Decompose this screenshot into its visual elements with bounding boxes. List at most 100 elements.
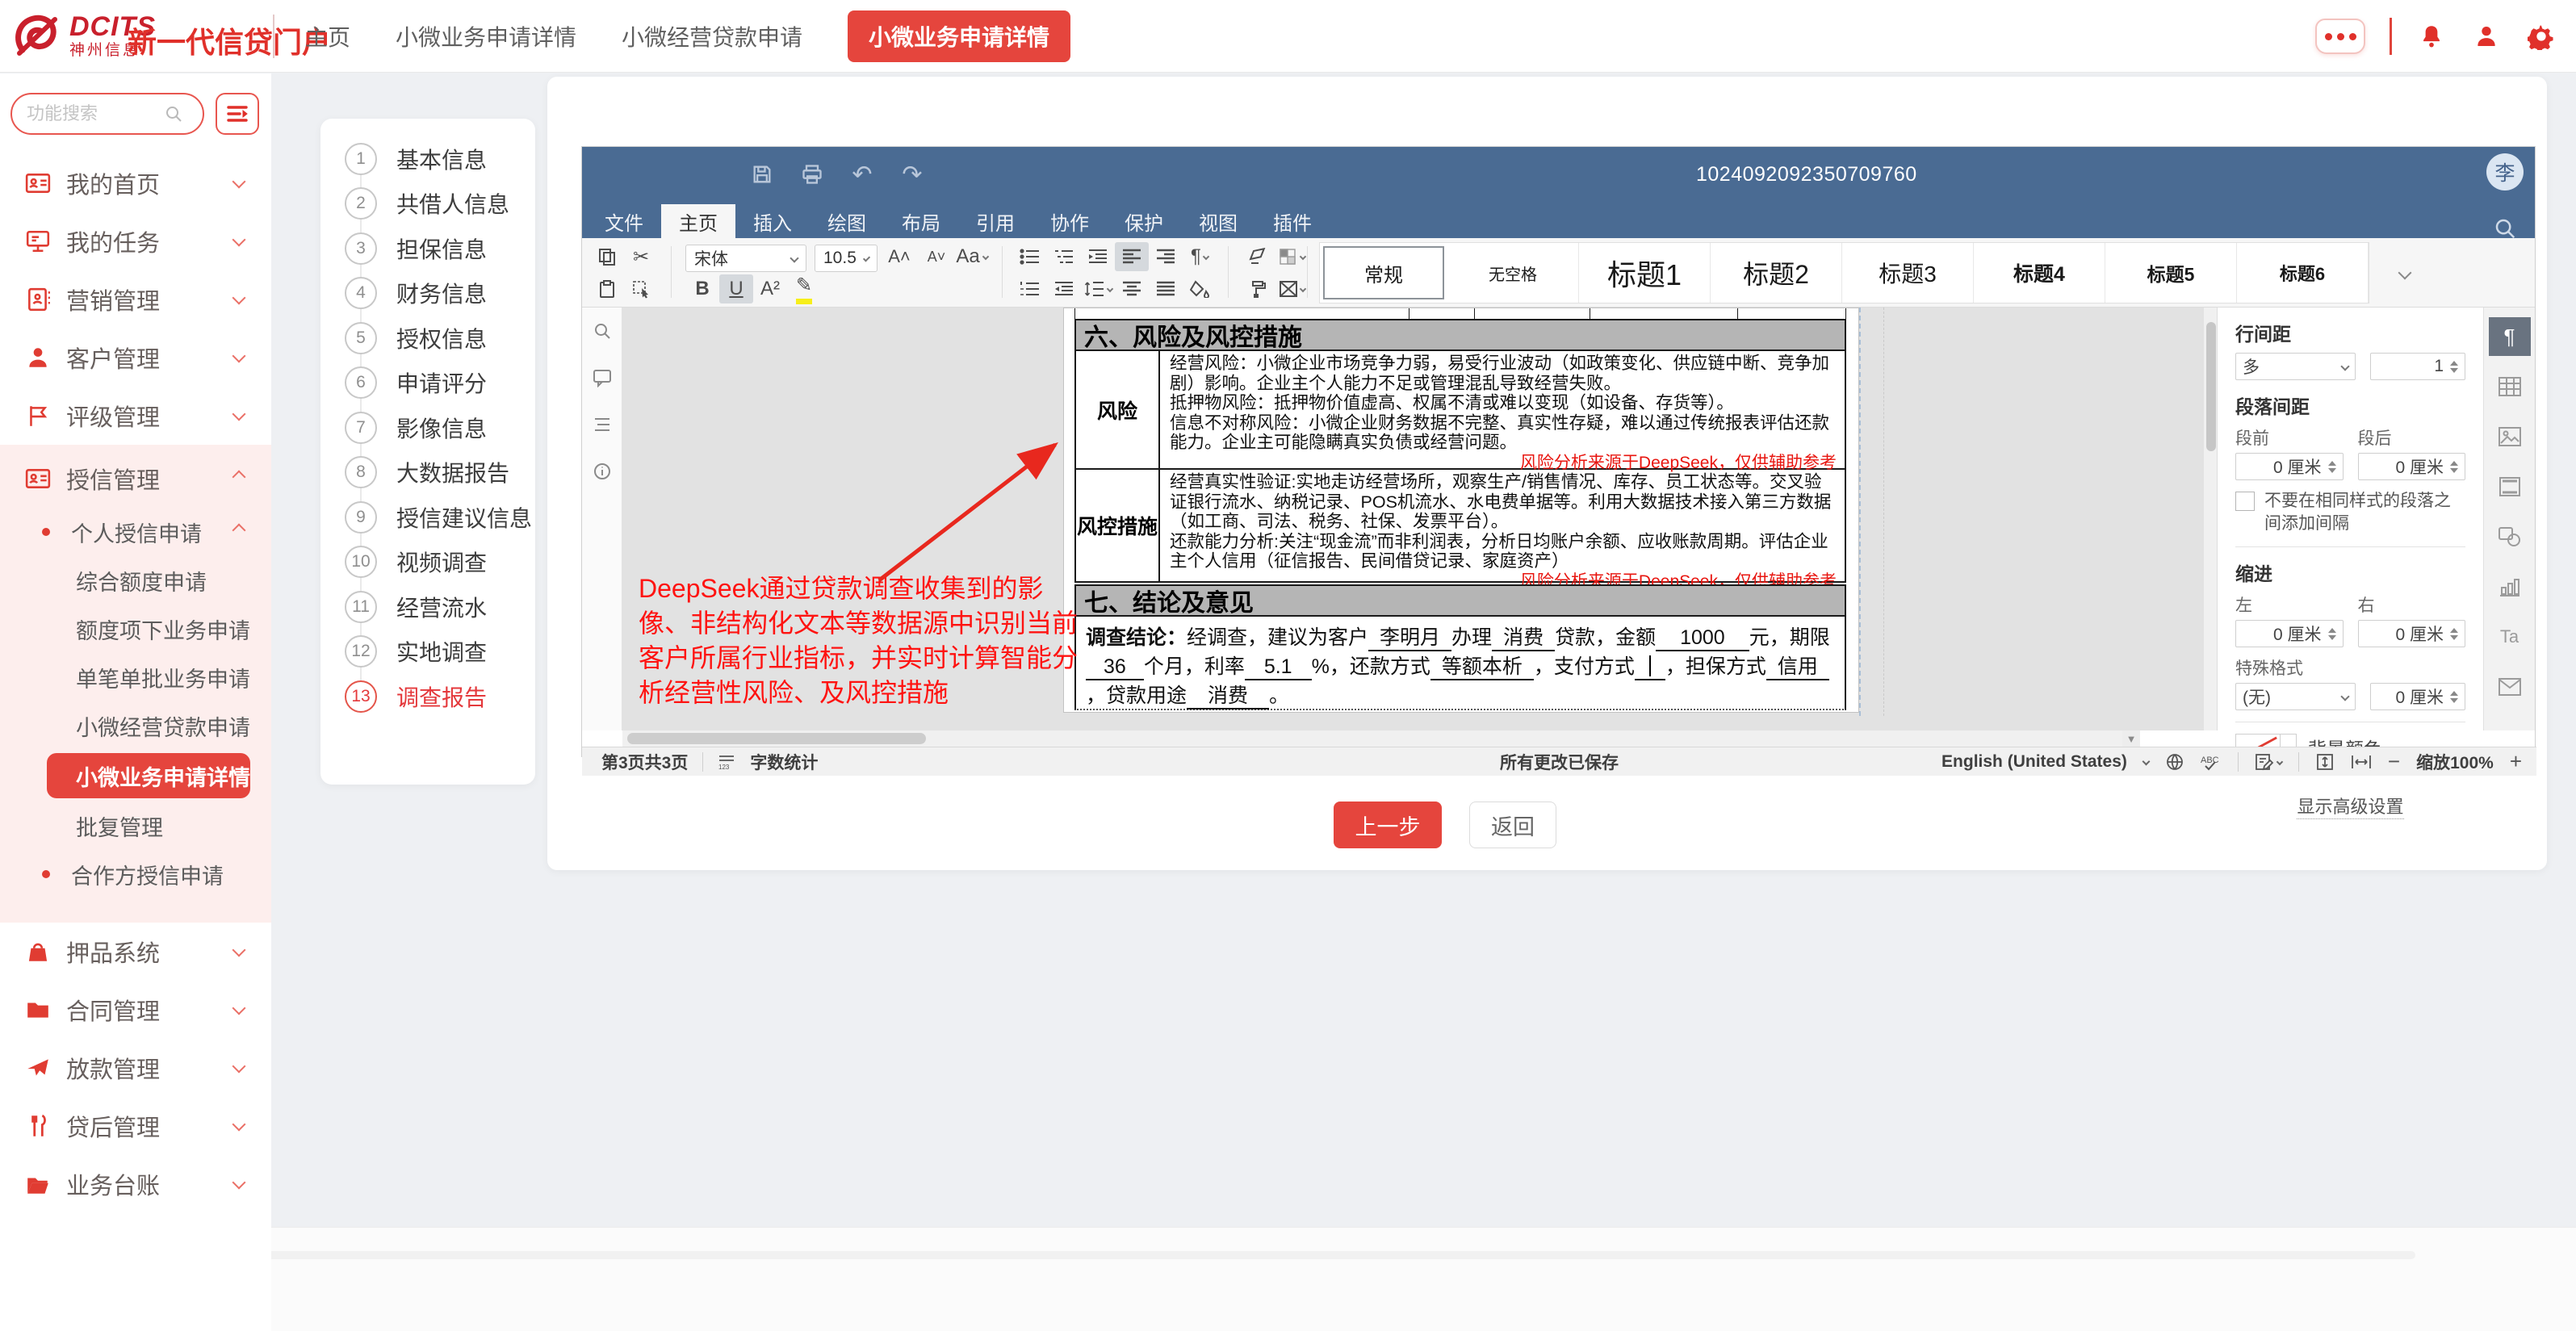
- style-标题3[interactable]: 标题3: [1842, 243, 1974, 303]
- chevron-up-icon[interactable]: [234, 525, 244, 539]
- track-changes-icon[interactable]: [2255, 753, 2282, 771]
- special-format-select[interactable]: (无): [2235, 683, 2356, 710]
- style-标题1[interactable]: 标题1: [1579, 243, 1711, 303]
- sidebar-item[interactable]: 我的任务: [0, 212, 271, 270]
- step-item[interactable]: 10视频调查: [320, 540, 535, 585]
- style-常规[interactable]: 常规: [1323, 246, 1444, 299]
- return-button[interactable]: 返回: [1469, 802, 1556, 848]
- conclusion-blank-field[interactable]: 1000: [1656, 626, 1749, 651]
- top-tab[interactable]: 小微经营贷款申请: [622, 20, 802, 52]
- chevron-down-icon[interactable]: [234, 1177, 244, 1191]
- sidebar-item[interactable]: 个人授信申请: [0, 508, 271, 556]
- horizontal-scrollbar[interactable]: [622, 730, 2124, 747]
- line-spacing-icon[interactable]: [1081, 274, 1115, 303]
- function-search[interactable]: [10, 93, 204, 135]
- sidebar-item-active[interactable]: 小微业务申请详情: [47, 753, 250, 798]
- increase-indent-icon[interactable]: [1081, 242, 1115, 271]
- step-item[interactable]: 12实地调查: [320, 630, 535, 675]
- bold-icon[interactable]: B: [685, 274, 719, 303]
- user-icon[interactable]: [2471, 21, 2502, 52]
- step-item[interactable]: 7影像信息: [320, 405, 535, 450]
- sidebar-item[interactable]: 额度项下业务申请: [0, 605, 271, 653]
- sidebar-item[interactable]: 小微经营贷款申请: [0, 701, 271, 750]
- editor-tab[interactable]: 插件: [1255, 204, 1330, 238]
- editor-tab[interactable]: 文件: [587, 204, 661, 238]
- special-amount-input[interactable]: 0 厘米: [2370, 683, 2465, 710]
- mailmerge-panel-icon[interactable]: [2489, 668, 2531, 706]
- document-page[interactable]: 六、风险及风控措施 风险 经营风险：小微企业市场竞争力弱，易受行业波动（如政策变…: [1063, 308, 1859, 713]
- page-indicator[interactable]: 第3页共3页: [601, 750, 688, 774]
- line-spacing-count-input[interactable]: 1: [2370, 353, 2465, 380]
- bullet-list-icon[interactable]: [1013, 242, 1047, 271]
- language-selector[interactable]: English (United States): [1941, 752, 2127, 772]
- editor-avatar[interactable]: 李: [2486, 153, 2524, 190]
- sidebar-item[interactable]: 我的首页: [0, 154, 271, 212]
- style-gallery-more-icon[interactable]: [2387, 242, 2423, 303]
- style-标题6[interactable]: 标题6: [2237, 243, 2369, 303]
- conclusion-blank-field[interactable]: 5.1: [1245, 655, 1312, 680]
- format-painter-icon[interactable]: [1241, 274, 1275, 303]
- word-count-label[interactable]: 字数统计: [750, 750, 818, 774]
- paragraph-mark-icon[interactable]: ¶: [1183, 242, 1217, 271]
- sidebar-item[interactable]: 评级管理: [0, 387, 271, 445]
- line-spacing-select[interactable]: 多: [2235, 353, 2356, 380]
- copy-icon[interactable]: [590, 242, 624, 271]
- chevron-down-icon[interactable]: [234, 1061, 244, 1075]
- step-item[interactable]: 2共借人信息: [320, 182, 535, 227]
- editor-tab[interactable]: 协作: [1032, 204, 1107, 238]
- globe-icon[interactable]: [2165, 752, 2184, 772]
- highlight-icon[interactable]: ✎: [787, 274, 821, 303]
- indent-right-input[interactable]: 0 厘米: [2358, 620, 2466, 647]
- sidebar-item[interactable]: 批复管理: [0, 802, 271, 850]
- sidebar-item[interactable]: 综合额度申请: [0, 556, 271, 605]
- shading-icon[interactable]: [1183, 274, 1217, 303]
- step-item[interactable]: 5授权信息: [320, 316, 535, 361]
- step-item[interactable]: 6申请评分: [320, 361, 535, 406]
- sidebar-item[interactable]: 合同管理: [0, 981, 271, 1039]
- top-tab[interactable]: 小微业务申请详情: [396, 20, 576, 52]
- menu-toggle-icon[interactable]: [216, 93, 259, 135]
- conclusion-blank-field[interactable]: 36: [1086, 655, 1144, 680]
- align-right-icon[interactable]: [1149, 242, 1183, 271]
- editor-tab[interactable]: 视图: [1181, 204, 1255, 238]
- align-center-icon[interactable]: [1115, 274, 1149, 303]
- step-item[interactable]: 4财务信息: [320, 271, 535, 316]
- conclusion-blank-field[interactable]: 等额本析: [1430, 655, 1534, 680]
- conclusion-blank-field[interactable]: 李明月: [1368, 626, 1451, 651]
- step-item[interactable]: 9授信建议信息: [320, 495, 535, 540]
- sidebar-item[interactable]: 放款管理: [0, 1039, 271, 1097]
- print-icon[interactable]: [798, 160, 827, 189]
- decrease-indent-icon[interactable]: [1047, 274, 1081, 303]
- editor-tab[interactable]: 引用: [958, 204, 1032, 238]
- style-标题5[interactable]: 标题5: [2105, 243, 2237, 303]
- gear-icon[interactable]: [2526, 21, 2557, 52]
- zoom-in-icon[interactable]: +: [2510, 749, 2522, 774]
- step-item[interactable]: 1基本信息: [320, 136, 535, 182]
- step-item[interactable]: 11经营流水: [320, 584, 535, 630]
- sidebar-item[interactable]: 客户管理: [0, 329, 271, 387]
- chart-panel-icon[interactable]: [2489, 567, 2531, 606]
- sidebar-item[interactable]: 授信管理: [0, 450, 271, 508]
- sidebar-item[interactable]: 营销管理: [0, 270, 271, 329]
- step-item[interactable]: 3担保信息: [320, 226, 535, 271]
- editor-tab[interactable]: 布局: [884, 204, 958, 238]
- editor-tab[interactable]: 插入: [735, 204, 810, 238]
- header-footer-panel-icon[interactable]: [2489, 467, 2531, 506]
- save-icon[interactable]: [748, 160, 777, 189]
- conclusion-blank-field[interactable]: 信用: [1766, 655, 1829, 680]
- zoom-level[interactable]: 缩放100%: [2416, 750, 2494, 774]
- sidebar-item[interactable]: 合作方授信申请: [0, 850, 271, 898]
- step-item-active[interactable]: 13调查报告: [320, 674, 535, 719]
- select-icon[interactable]: [624, 274, 658, 303]
- sidebar-item[interactable]: 押品系统: [0, 923, 271, 981]
- conclusion-blank-field[interactable]: [1635, 655, 1665, 680]
- spacing-before-input[interactable]: 0 厘米: [2235, 453, 2344, 480]
- clear-format-icon[interactable]: [1241, 242, 1275, 271]
- editor-tab[interactable]: 绘图: [810, 204, 884, 238]
- chevron-down-icon[interactable]: [234, 944, 244, 959]
- chevron-up-icon[interactable]: [234, 471, 244, 486]
- chevron-down-icon[interactable]: [234, 176, 244, 190]
- fit-page-icon[interactable]: [2315, 752, 2335, 772]
- document-canvas[interactable]: 六、风险及风控措施 风险 经营风险：小微企业市场竞争力弱，易受行业波动（如政策变…: [622, 308, 2218, 730]
- step-item[interactable]: 8大数据报告: [320, 450, 535, 496]
